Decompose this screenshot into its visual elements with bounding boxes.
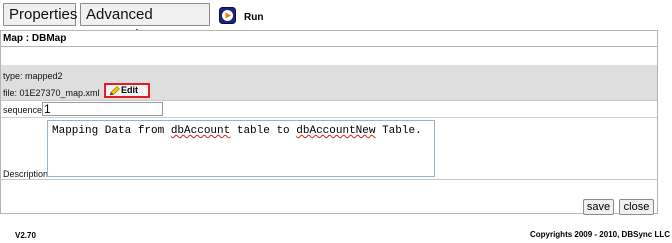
run-icon[interactable] <box>219 7 236 24</box>
description-textarea[interactable]: Mapping Data from dbAccount table to dbA… <box>47 120 435 177</box>
divider <box>1 179 657 180</box>
description-text-4: dbAccountNew <box>296 125 376 137</box>
description-label: Description: <box>3 169 51 179</box>
toolbar: Properties Advanced Properties Run <box>0 0 672 44</box>
type-text: type: mapped2 <box>3 71 63 81</box>
tab-properties[interactable]: Properties <box>3 3 77 26</box>
empty-row <box>1 48 657 66</box>
copyright-text: Copyrights 2009 - 2010, DBSync LLC <box>529 230 670 239</box>
tab-advanced-properties[interactable]: Advanced Properties <box>80 3 210 44</box>
panel-title: Map : DBMap <box>1 31 657 47</box>
sequence-label: sequence: <box>3 105 45 115</box>
description-text-1: Mapping Data from <box>52 125 171 137</box>
run-label[interactable]: Run <box>244 12 263 23</box>
pencil-icon <box>109 85 120 95</box>
close-button[interactable]: close <box>619 199 654 215</box>
edit-button[interactable]: Edit <box>104 83 150 98</box>
description-text-3: table to <box>230 125 297 137</box>
description-text-2: dbAccount <box>170 125 231 137</box>
version-text: V2.70 <box>15 231 36 240</box>
edit-label: Edit <box>121 85 138 95</box>
description-text-5: Table. <box>375 125 422 137</box>
sequence-input[interactable]: 1 <box>42 102 163 116</box>
file-text: file: 01E27370_map.xml <box>3 88 100 98</box>
save-button[interactable]: save <box>583 199 614 215</box>
properties-panel: Map : DBMap type: mapped2 file: 01E27370… <box>0 30 658 214</box>
